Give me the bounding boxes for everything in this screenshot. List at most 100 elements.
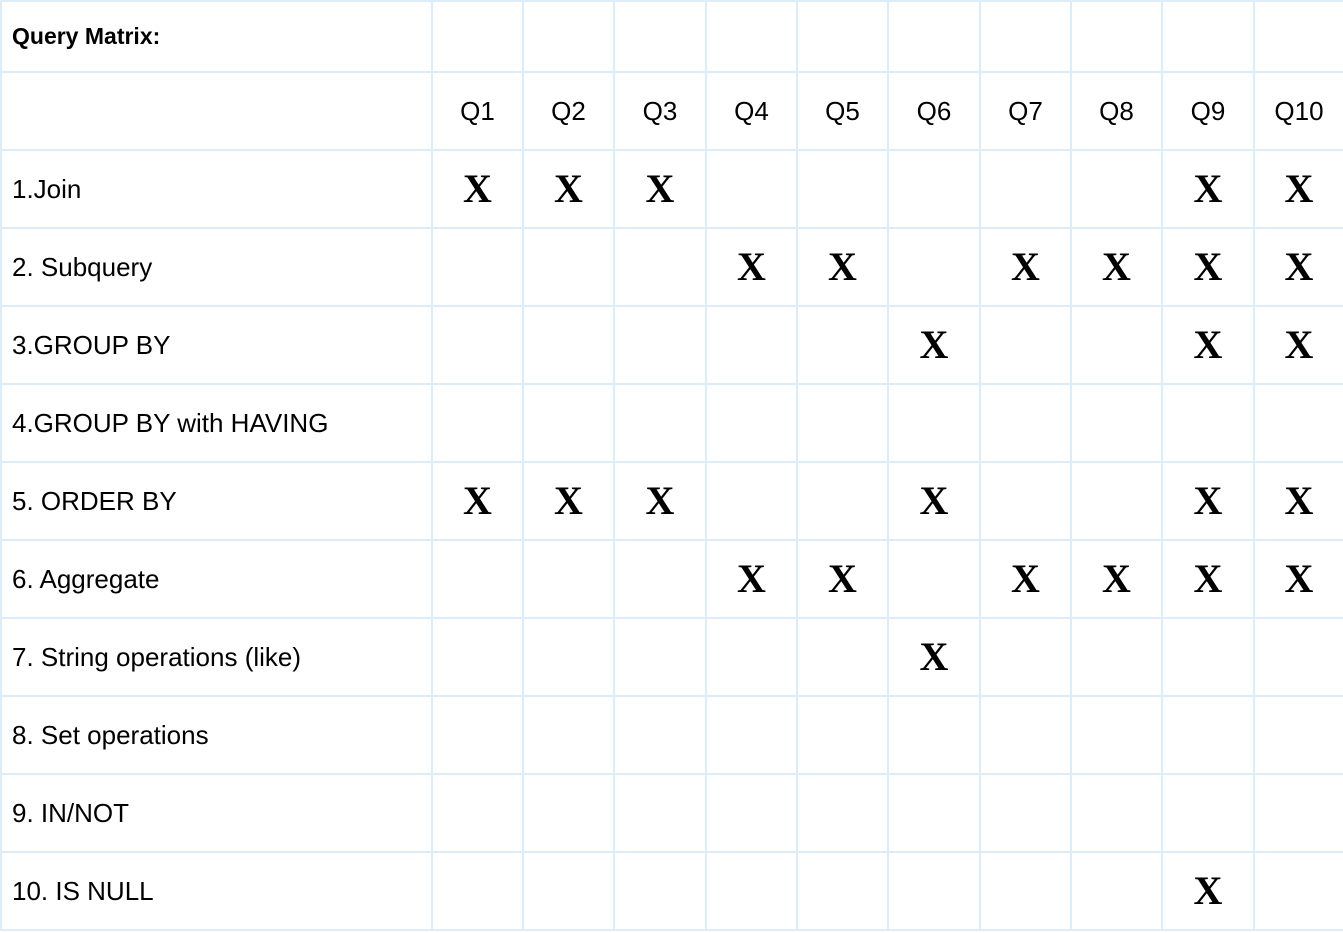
mark-x: X — [431, 461, 524, 541]
column-header-q5: Q5 — [796, 71, 889, 151]
empty-cell — [887, 0, 981, 73]
row-label: 9. IN/NOT — [0, 773, 433, 853]
empty-cell — [705, 773, 798, 853]
column-header-q3: Q3 — [613, 71, 707, 151]
empty-cell — [522, 227, 615, 307]
mark-x: X — [796, 227, 889, 307]
mark-x: X — [979, 539, 1072, 619]
empty-cell — [1253, 383, 1343, 463]
empty-cell — [522, 305, 615, 385]
column-header-q2: Q2 — [522, 71, 615, 151]
empty-cell — [613, 851, 707, 931]
empty-cell — [522, 695, 615, 775]
row-label: 8. Set operations — [0, 695, 433, 775]
empty-cell — [979, 149, 1072, 229]
empty-cell — [431, 0, 524, 73]
empty-cell — [1070, 773, 1163, 853]
mark-x: X — [1253, 149, 1343, 229]
row-label: 1.Join — [0, 149, 433, 229]
empty-cell — [431, 383, 524, 463]
mark-x: X — [1161, 539, 1255, 619]
empty-cell — [1070, 851, 1163, 931]
matrix-body: Query Matrix: Q1 Q2 Q3 Q4 Q5 Q6 Q7 Q8 Q9… — [0, 0, 1343, 931]
empty-cell — [613, 539, 707, 619]
mark-x: X — [1161, 461, 1255, 541]
empty-cell — [796, 695, 889, 775]
empty-cell — [613, 695, 707, 775]
empty-cell — [431, 539, 524, 619]
empty-cell — [522, 851, 615, 931]
empty-cell — [1253, 851, 1343, 931]
empty-cell — [887, 851, 981, 931]
column-header-q7: Q7 — [979, 71, 1072, 151]
empty-cell — [522, 383, 615, 463]
empty-cell — [613, 773, 707, 853]
empty-cell — [1253, 617, 1343, 697]
empty-cell — [431, 617, 524, 697]
empty-cell — [1070, 695, 1163, 775]
matrix-row: 7. String operations (like) X — [0, 617, 1343, 697]
empty-cell — [613, 227, 707, 307]
empty-cell — [613, 0, 707, 73]
mark-x: X — [1161, 227, 1255, 307]
column-header-q10: Q10 — [1253, 71, 1343, 151]
mark-x: X — [1253, 227, 1343, 307]
empty-cell — [979, 383, 1072, 463]
mark-x: X — [1253, 539, 1343, 619]
empty-cell — [1161, 0, 1255, 73]
empty-cell — [887, 227, 981, 307]
empty-cell — [1253, 773, 1343, 853]
empty-cell — [431, 851, 524, 931]
empty-cell — [1161, 617, 1255, 697]
mark-x: X — [979, 227, 1072, 307]
mark-x: X — [1161, 305, 1255, 385]
empty-cell — [1070, 461, 1163, 541]
row-label: 10. IS NULL — [0, 851, 433, 931]
empty-cell — [522, 539, 615, 619]
empty-cell — [431, 695, 524, 775]
mark-x: X — [705, 227, 798, 307]
row-label: 4.GROUP BY with HAVING — [0, 383, 433, 463]
empty-cell — [796, 383, 889, 463]
mark-x: X — [1070, 539, 1163, 619]
row-label: 3.GROUP BY — [0, 305, 433, 385]
mark-x: X — [1161, 851, 1255, 931]
column-header-q4: Q4 — [705, 71, 798, 151]
query-matrix-table: Query Matrix: Q1 Q2 Q3 Q4 Q5 Q6 Q7 Q8 Q9… — [0, 0, 1343, 931]
empty-cell — [796, 0, 889, 73]
mark-x: X — [613, 461, 707, 541]
empty-cell — [522, 773, 615, 853]
empty-cell — [431, 773, 524, 853]
matrix-row: 2. Subquery X X X X X X — [0, 227, 1343, 307]
empty-cell — [1070, 149, 1163, 229]
empty-cell — [522, 0, 615, 73]
matrix-row: 9. IN/NOT — [0, 773, 1343, 853]
empty-cell — [705, 695, 798, 775]
empty-cell — [796, 851, 889, 931]
empty-cell — [431, 227, 524, 307]
mark-x: X — [796, 539, 889, 619]
column-header-q6: Q6 — [887, 71, 981, 151]
empty-cell — [1070, 305, 1163, 385]
matrix-row: 8. Set operations — [0, 695, 1343, 775]
empty-cell — [705, 461, 798, 541]
column-header-row: Q1 Q2 Q3 Q4 Q5 Q6 Q7 Q8 Q9 Q10 — [0, 71, 1343, 151]
empty-cell — [705, 149, 798, 229]
row-label: 2. Subquery — [0, 227, 433, 307]
empty-cell — [796, 305, 889, 385]
mark-x: X — [1070, 227, 1163, 307]
empty-cell — [1161, 383, 1255, 463]
empty-cell — [705, 0, 798, 73]
mark-x: X — [522, 461, 615, 541]
empty-cell — [613, 305, 707, 385]
title-row: Query Matrix: — [0, 0, 1343, 73]
empty-cell — [1253, 695, 1343, 775]
empty-cell — [705, 305, 798, 385]
empty-cell — [979, 773, 1072, 853]
mark-x: X — [887, 305, 981, 385]
empty-cell — [979, 617, 1072, 697]
column-header-q8: Q8 — [1070, 71, 1163, 151]
empty-cell — [613, 383, 707, 463]
empty-cell — [431, 305, 524, 385]
empty-cell — [796, 773, 889, 853]
